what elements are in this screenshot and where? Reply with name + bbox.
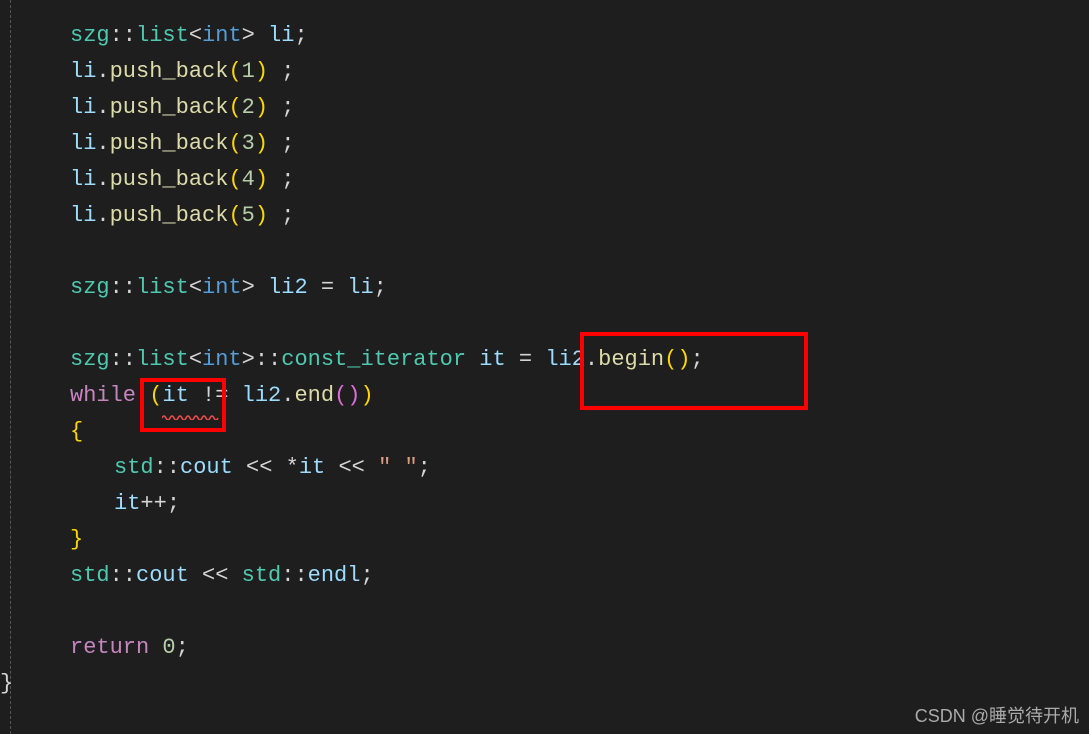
code-line: szg::list<int>::const_iterator it = li2.… [26, 342, 1089, 378]
watermark: CSDN @睡觉待开机 [915, 702, 1079, 728]
blank-line [26, 234, 1089, 270]
code-line: szg::list<int> li; [26, 18, 1089, 54]
blank-line [26, 306, 1089, 342]
code-line: while (it != li2.end()) [26, 378, 1089, 414]
code-line: { [26, 414, 1089, 450]
code-line: std::cout << *it << " "; [26, 450, 1089, 486]
code-editor[interactable]: szg::list<int> li; li.push_back(1) ; li.… [0, 0, 1089, 734]
code-line: std::cout << std::endl; [26, 558, 1089, 594]
code-line: li.push_back(1) ; [26, 54, 1089, 90]
code-line: li.push_back(5) ; [26, 198, 1089, 234]
code-line: } [26, 522, 1089, 558]
code-content: szg::list<int> li; li.push_back(1) ; li.… [26, 18, 1089, 702]
code-line: li.push_back(3) ; [26, 126, 1089, 162]
code-line: szg::list<int> li2 = li; [26, 270, 1089, 306]
code-line: return 0; [26, 630, 1089, 666]
code-line: } [26, 666, 1089, 702]
code-line: li.push_back(4) ; [26, 162, 1089, 198]
code-line: it++; [26, 486, 1089, 522]
code-line: li.push_back(2) ; [26, 90, 1089, 126]
blank-line [26, 594, 1089, 630]
